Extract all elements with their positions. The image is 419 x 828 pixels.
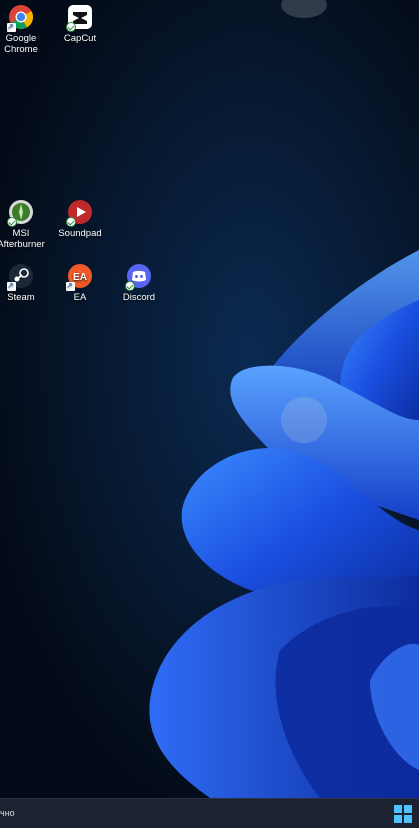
svg-text:EA: EA: [73, 272, 87, 283]
capcut-icon: [66, 4, 93, 32]
desktop-wallpaper: [0, 0, 419, 798]
msi-afterburner-icon: [7, 199, 34, 227]
sync-check-icon: [66, 22, 76, 32]
desktop-icon-discord[interactable]: Discord: [110, 263, 168, 303]
desktop-icon-capcut[interactable]: CapCut: [51, 4, 109, 44]
start-button[interactable]: [393, 804, 413, 824]
icon-label: CapCut: [63, 33, 97, 44]
shortcut-arrow-icon: [7, 280, 16, 291]
icon-label: Soundpad: [58, 228, 102, 239]
chrome-icon: [7, 4, 34, 32]
desktop-icon-msi-afterburner[interactable]: MSI Afterburner: [0, 199, 50, 250]
sync-check-icon: [66, 217, 76, 227]
desktop-icon-chrome[interactable]: Google Chrome: [0, 4, 50, 55]
desktop-icon-ea[interactable]: EA EA: [51, 263, 109, 303]
taskbar: чно: [0, 798, 419, 828]
desktop-icon-soundpad[interactable]: Soundpad: [51, 199, 109, 239]
discord-icon: [125, 263, 152, 291]
desktop-icon-steam[interactable]: Steam: [0, 263, 50, 303]
sync-check-icon: [7, 217, 17, 227]
icon-label: EA: [73, 292, 87, 303]
ea-icon: EA: [66, 263, 93, 291]
icon-label: Google Chrome: [4, 33, 38, 55]
touch-indicator-middle: [281, 397, 327, 443]
shortcut-arrow-icon: [66, 280, 75, 291]
icon-label: MSI Afterburner: [0, 228, 45, 250]
taskbar-status-text: чно: [0, 808, 15, 818]
shortcut-arrow-icon: [7, 21, 16, 32]
soundpad-icon: [66, 199, 93, 227]
icon-label: Discord: [122, 292, 156, 303]
sync-check-icon: [125, 281, 135, 291]
icon-label: Steam: [7, 292, 35, 303]
steam-icon: [7, 263, 34, 291]
windows-logo-icon: [394, 805, 402, 813]
bloom-graphic: [149, 250, 419, 798]
